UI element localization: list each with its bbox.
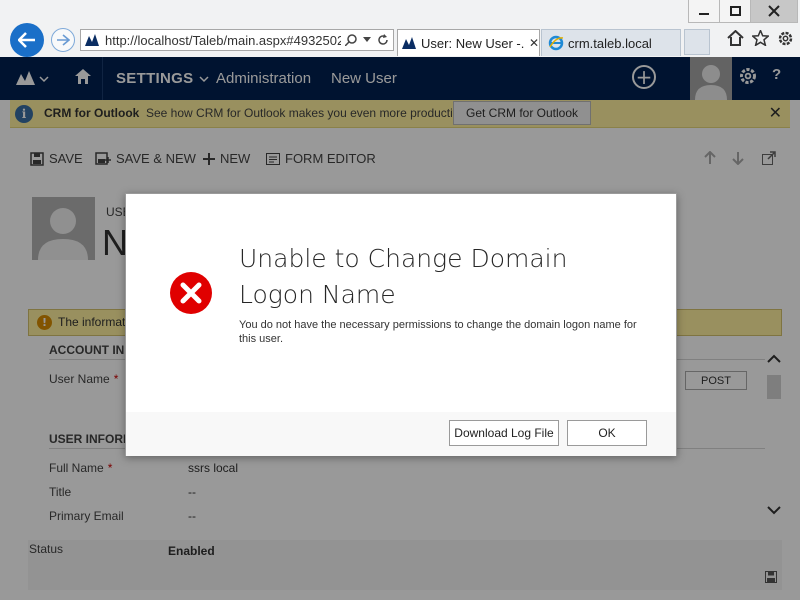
dialog-message: You do not have the necessary permission… [239,319,637,345]
new-tab-button[interactable] [684,29,710,55]
arrow-right-icon [57,34,70,46]
minimize-icon [699,13,709,15]
tab-new-user[interactable]: User: New User -... ✕ [397,29,540,56]
chevron-down-icon[interactable] [363,37,371,43]
ie-icon [548,35,564,51]
home-icon[interactable] [727,30,744,46]
x-mark-icon [180,282,202,304]
address-url[interactable]: http://localhost/Taleb/main.aspx#4932502… [105,33,341,48]
maximize-button[interactable] [719,0,751,23]
maximize-icon [729,6,741,16]
refresh-icon[interactable] [377,34,389,46]
close-window-button[interactable] [750,0,798,23]
arrow-left-icon [18,32,35,48]
search-icon[interactable] [345,34,357,46]
tab-label: User: New User -... [421,35,525,51]
dynamics-tab-icon [402,37,416,49]
dynamics-logo-icon [85,34,99,46]
back-button[interactable] [10,23,44,57]
close-icon [768,5,780,17]
download-log-button[interactable]: Download Log File [449,420,559,446]
close-icon[interactable]: ✕ [529,36,539,50]
dialog-title: Unable to Change Domain Logon Name [239,244,568,309]
tab-label: crm.taleb.local [568,35,652,51]
browser-chrome: http://localhost/Taleb/main.aspx#4932502… [0,0,800,58]
address-bar[interactable]: http://localhost/Taleb/main.aspx#4932502… [80,29,394,51]
tab-crm-taleb[interactable]: crm.taleb.local [541,29,681,56]
window-controls [688,0,798,23]
gear-icon[interactable] [777,30,794,47]
error-dialog: Unable to Change Domain Logon Name You d… [125,193,677,456]
browser-tools [727,30,794,47]
error-icon [170,272,212,314]
minimize-button[interactable] [688,0,720,23]
favorites-star-icon[interactable] [752,30,769,46]
ok-button[interactable]: OK [567,420,647,446]
forward-button[interactable] [51,28,75,52]
